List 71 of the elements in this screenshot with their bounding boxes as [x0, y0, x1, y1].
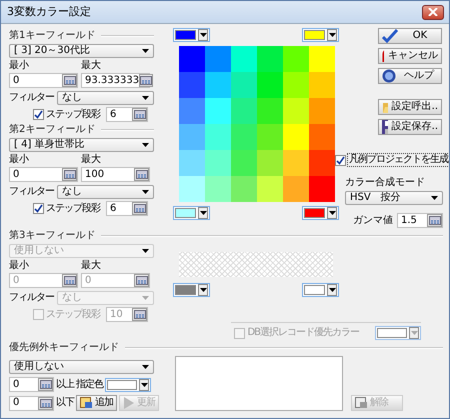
add-icon: [80, 397, 93, 409]
color-picker[interactable]: [375, 326, 421, 340]
section-heading: 第1キーフィールド: [9, 30, 96, 42]
color-picker[interactable]: [173, 206, 210, 220]
play-icon: [123, 397, 135, 409]
caret-icon: [142, 296, 149, 300]
cancel-button[interactable]: キャンセル: [378, 48, 442, 64]
step-label: ステップ段彩: [46, 108, 100, 120]
caret-icon: [200, 211, 206, 215]
color-picker[interactable]: [302, 28, 339, 42]
color-picker[interactable]: [105, 378, 151, 392]
step-label: ステップ段彩: [46, 202, 100, 214]
caret-icon: [142, 365, 149, 369]
load-button[interactable]: 設定呼出..: [378, 99, 442, 115]
checkbox[interactable]: [33, 109, 44, 120]
legend-label: 凡例プロジェクトを生成: [347, 153, 449, 167]
db-priority-label: DB選択レコード優先カラー: [247, 327, 359, 339]
field-dropdown[interactable]: 使用しない: [9, 360, 154, 374]
color-picker[interactable]: [302, 283, 339, 297]
color-label: 指定色: [76, 378, 103, 390]
help-icon: [382, 69, 396, 83]
caret-icon: [200, 33, 206, 37]
folder-icon: [382, 100, 388, 114]
caret-icon: [142, 190, 149, 194]
max-label: 最大: [81, 60, 102, 72]
filter-label: フィルター: [9, 186, 54, 198]
save-button[interactable]: 設定保存..: [378, 119, 442, 135]
min-label: 最小: [9, 60, 30, 72]
filter-label: フィルター: [9, 292, 54, 304]
caret-icon: [328, 288, 336, 292]
checkbox[interactable]: [33, 203, 44, 214]
caret-icon: [200, 288, 206, 292]
caret-icon: [328, 33, 336, 37]
blend-mode-label: カラー合成モード: [345, 177, 425, 189]
ok-button[interactable]: OK: [378, 28, 442, 44]
remove-icon: [355, 397, 368, 409]
caret-icon: [140, 382, 148, 386]
close-button[interactable]: [422, 4, 444, 20]
filter-label: フィルター: [9, 92, 54, 104]
field-dropdown[interactable]: [ 3] 20～30代比: [9, 44, 154, 58]
caret-icon: [142, 143, 149, 147]
section-heading: 第3キーフィールド: [9, 230, 96, 242]
check-icon: [382, 29, 398, 43]
gamma-label: ガンマ値: [353, 214, 393, 226]
help-button[interactable]: ヘルプ: [378, 68, 442, 84]
color-picker[interactable]: [173, 283, 210, 297]
caret-icon: [142, 96, 149, 100]
field-dropdown[interactable]: [ 4] 単身世帯比: [9, 138, 154, 152]
window-title: 3変数カラー設定: [7, 6, 91, 18]
section-heading: 優先例外キーフィールド: [9, 342, 119, 354]
caret-icon: [142, 49, 149, 53]
close-icon: [428, 8, 438, 16]
max-label: 最大: [81, 260, 102, 272]
caret-icon: [410, 331, 418, 335]
color-picker[interactable]: [173, 28, 210, 42]
caret-icon: [142, 249, 149, 253]
min-label: 最小: [9, 154, 30, 166]
min-label: 最小: [9, 260, 30, 272]
filter-dropdown[interactable]: なし: [57, 91, 154, 105]
caret-icon: [328, 211, 336, 215]
color-picker[interactable]: [302, 206, 339, 220]
lower-bound-label: 以上: [56, 378, 74, 390]
add-button[interactable]: 追加: [76, 395, 117, 411]
blend-mode-dropdown[interactable]: HSV 按分: [345, 191, 443, 205]
step-label: ステップ段彩: [46, 308, 100, 320]
filter-dropdown[interactable]: なし: [57, 185, 154, 199]
max-label: 最大: [81, 154, 102, 166]
caret-icon: [431, 196, 438, 200]
section-heading: 第2キーフィールド: [9, 124, 96, 136]
checkbox[interactable]: [335, 154, 346, 166]
upper-bound-label: 以下: [56, 397, 74, 409]
